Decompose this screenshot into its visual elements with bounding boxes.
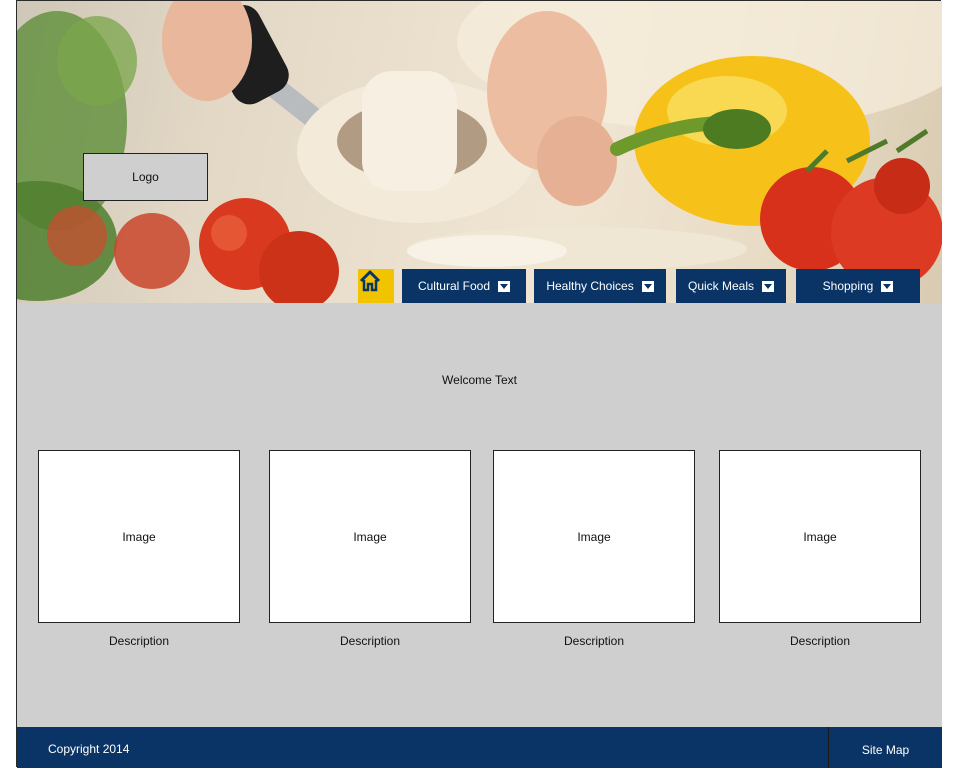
- dropdown-icon: [498, 280, 511, 292]
- card-image[interactable]: Image: [493, 450, 695, 623]
- card-image[interactable]: Image: [38, 450, 240, 623]
- image-label: Image: [577, 529, 611, 544]
- nav-label: Healthy Choices: [546, 279, 634, 293]
- nav-healthy-choices[interactable]: Healthy Choices: [534, 269, 666, 303]
- main-content: Welcome Text Image Description Image Des…: [17, 303, 942, 727]
- nav-label: Quick Meals: [687, 279, 755, 293]
- home-button[interactable]: [358, 269, 394, 303]
- nav-quick-meals[interactable]: Quick Meals: [676, 269, 786, 303]
- sitemap-label: Site Map: [861, 742, 910, 757]
- card-description: Description: [108, 634, 170, 648]
- card-description: Description: [339, 634, 401, 648]
- nav-label: Shopping: [822, 279, 874, 293]
- card-image[interactable]: Image: [719, 450, 921, 623]
- page: Logo Cultural Food Healthy Choices Quick…: [16, 0, 942, 768]
- card-image[interactable]: Image: [269, 450, 471, 623]
- image-label: Image: [803, 529, 837, 544]
- logo-label: Logo: [132, 170, 159, 184]
- image-label: Image: [122, 529, 156, 544]
- dropdown-icon: [762, 280, 775, 292]
- sitemap-link[interactable]: Site Map: [828, 727, 942, 768]
- nav-shopping[interactable]: Shopping: [796, 269, 920, 303]
- logo[interactable]: Logo: [83, 153, 208, 201]
- nav-label: Cultural Food: [417, 279, 491, 293]
- image-label: Image: [353, 529, 387, 544]
- copyright-text: Copyright 2014: [48, 742, 130, 756]
- dropdown-icon: [641, 280, 654, 292]
- dropdown-icon: [881, 280, 894, 292]
- card-description: Description: [563, 634, 625, 648]
- hero-photo: [17, 1, 942, 303]
- footer: Copyright 2014 Site Map: [17, 727, 942, 768]
- card-description: Description: [789, 634, 851, 648]
- welcome-text: Welcome Text: [442, 373, 517, 387]
- hero-banner: Logo Cultural Food Healthy Choices Quick…: [17, 1, 942, 303]
- nav-cultural-food[interactable]: Cultural Food: [402, 269, 526, 303]
- home-icon: [359, 270, 381, 292]
